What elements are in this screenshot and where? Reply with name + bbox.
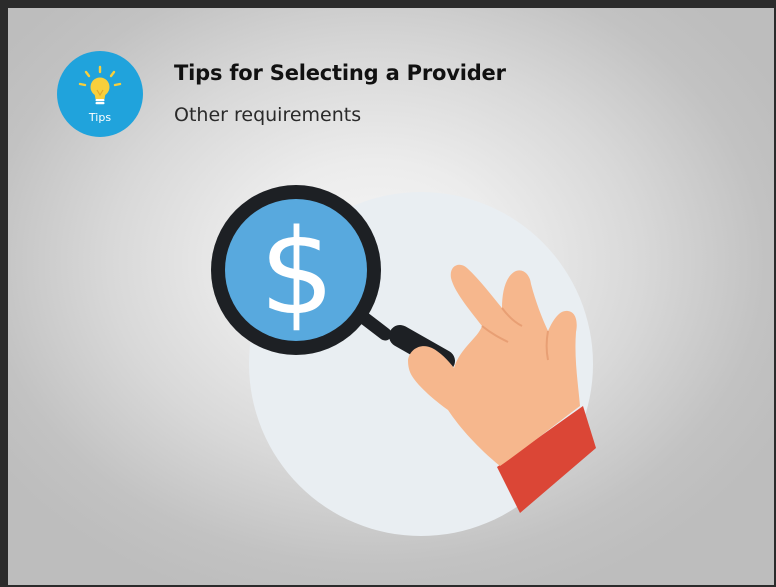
- slide: Tips Tips for Selecting a Provider Other…: [8, 8, 774, 585]
- magnifier-dollar-hand-illustration: $: [211, 185, 596, 536]
- dollar-sign: $: [259, 203, 334, 341]
